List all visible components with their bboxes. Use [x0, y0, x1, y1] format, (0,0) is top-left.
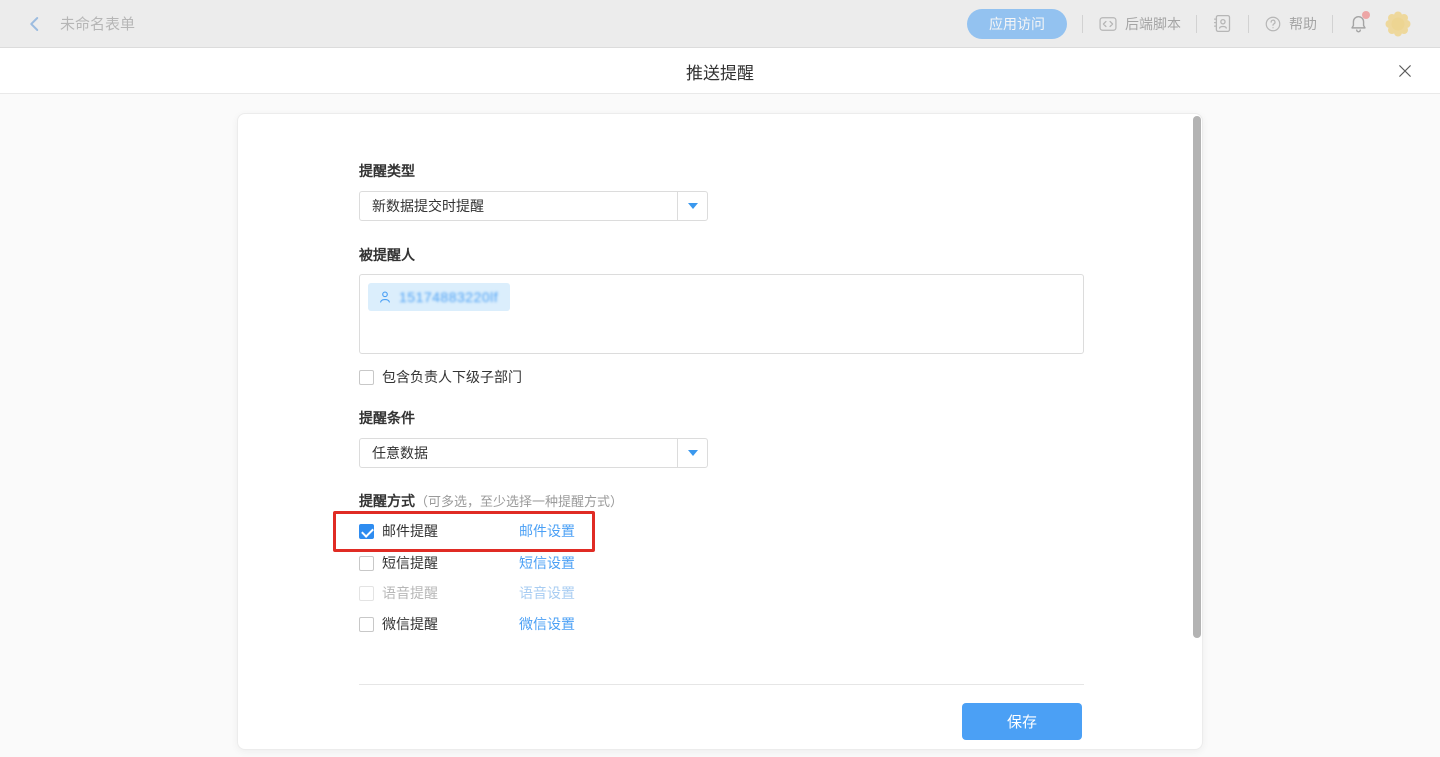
divider — [1332, 15, 1333, 33]
member-tag-text: 15174883220lf — [399, 289, 498, 305]
divider — [1248, 15, 1249, 33]
flower-avatar-icon — [1384, 10, 1412, 38]
top-header: 未命名表单 应用访问 后端脚本 帮助 — [0, 0, 1440, 48]
email-settings-link[interactable]: 邮件设置 — [519, 521, 575, 541]
back-button[interactable] — [26, 15, 44, 33]
scrollbar-thumb[interactable] — [1193, 116, 1201, 638]
modal-body: 提醒类型 新数据提交时提醒 被提醒人 15174883220lf 包含负责人下级… — [0, 94, 1440, 757]
modal-title: 推送提醒 — [0, 48, 1440, 94]
include-sub-dept-checkbox[interactable] — [359, 370, 374, 385]
sms-reminder-checkbox[interactable] — [359, 556, 374, 571]
chevron-left-icon — [26, 15, 44, 33]
code-icon — [1098, 14, 1118, 34]
voice-settings-link: 语音设置 — [519, 583, 575, 603]
sms-reminder-label: 短信提醒 — [382, 553, 438, 573]
method-row-wechat: 微信提醒 微信设置 — [359, 614, 819, 634]
sms-settings-link[interactable]: 短信设置 — [519, 553, 575, 573]
settings-card: 提醒类型 新数据提交时提醒 被提醒人 15174883220lf 包含负责人下级… — [237, 113, 1203, 750]
user-avatar[interactable] — [1384, 10, 1412, 38]
person-icon — [377, 289, 393, 305]
reminder-condition-label: 提醒条件 — [359, 408, 415, 428]
contacts-button[interactable] — [1212, 13, 1233, 34]
member-tag[interactable]: 15174883220lf — [368, 283, 510, 311]
app-root: 未命名表单 应用访问 后端脚本 帮助 — [0, 0, 1440, 757]
reminder-condition-value: 任意数据 — [360, 439, 677, 467]
reminded-person-label: 被提醒人 — [359, 245, 415, 265]
wechat-reminder-checkbox[interactable] — [359, 617, 374, 632]
question-icon — [1264, 15, 1282, 33]
reminded-person-field[interactable]: 15174883220lf — [359, 274, 1084, 354]
method-row-email: 邮件提醒 邮件设置 — [359, 521, 819, 541]
notification-dot — [1362, 11, 1370, 19]
include-sub-dept-label: 包含负责人下级子部门 — [382, 367, 522, 387]
wechat-reminder-label: 微信提醒 — [382, 614, 438, 634]
save-button[interactable]: 保存 — [962, 703, 1082, 740]
chevron-down-icon[interactable] — [677, 192, 707, 220]
help-label: 帮助 — [1289, 14, 1317, 34]
reminder-method-hint: （可多选，至少选择一种提醒方式） — [415, 494, 623, 509]
reminder-method-label: 提醒方式（可多选，至少选择一种提醒方式） — [359, 491, 623, 511]
form-title[interactable]: 未命名表单 — [60, 13, 135, 34]
chevron-down-icon[interactable] — [677, 439, 707, 467]
backend-script-label: 后端脚本 — [1125, 14, 1181, 34]
email-reminder-checkbox[interactable] — [359, 524, 374, 539]
voice-reminder-label: 语音提醒 — [382, 583, 438, 603]
include-sub-dept-row[interactable]: 包含负责人下级子部门 — [359, 367, 522, 387]
divider — [1196, 15, 1197, 33]
divider — [1082, 15, 1083, 33]
method-row-voice: 语音提醒 语音设置 — [359, 583, 819, 603]
contacts-icon — [1212, 13, 1233, 34]
reminder-type-select[interactable]: 新数据提交时提醒 — [359, 191, 708, 221]
wechat-settings-link[interactable]: 微信设置 — [519, 614, 575, 634]
help-button[interactable]: 帮助 — [1264, 14, 1317, 34]
footer-divider — [359, 684, 1084, 685]
notification-bell-button[interactable] — [1348, 13, 1369, 34]
backend-script-button[interactable]: 后端脚本 — [1098, 14, 1181, 34]
app-access-button[interactable]: 应用访问 — [967, 9, 1067, 39]
close-icon[interactable] — [1395, 61, 1415, 81]
reminder-type-label: 提醒类型 — [359, 161, 415, 181]
modal-titlebar: 推送提醒 — [0, 48, 1440, 94]
reminder-type-value: 新数据提交时提醒 — [360, 192, 677, 220]
method-row-sms: 短信提醒 短信设置 — [359, 553, 819, 573]
reminder-condition-select[interactable]: 任意数据 — [359, 438, 708, 468]
voice-reminder-checkbox — [359, 586, 374, 601]
email-reminder-label: 邮件提醒 — [382, 521, 438, 541]
